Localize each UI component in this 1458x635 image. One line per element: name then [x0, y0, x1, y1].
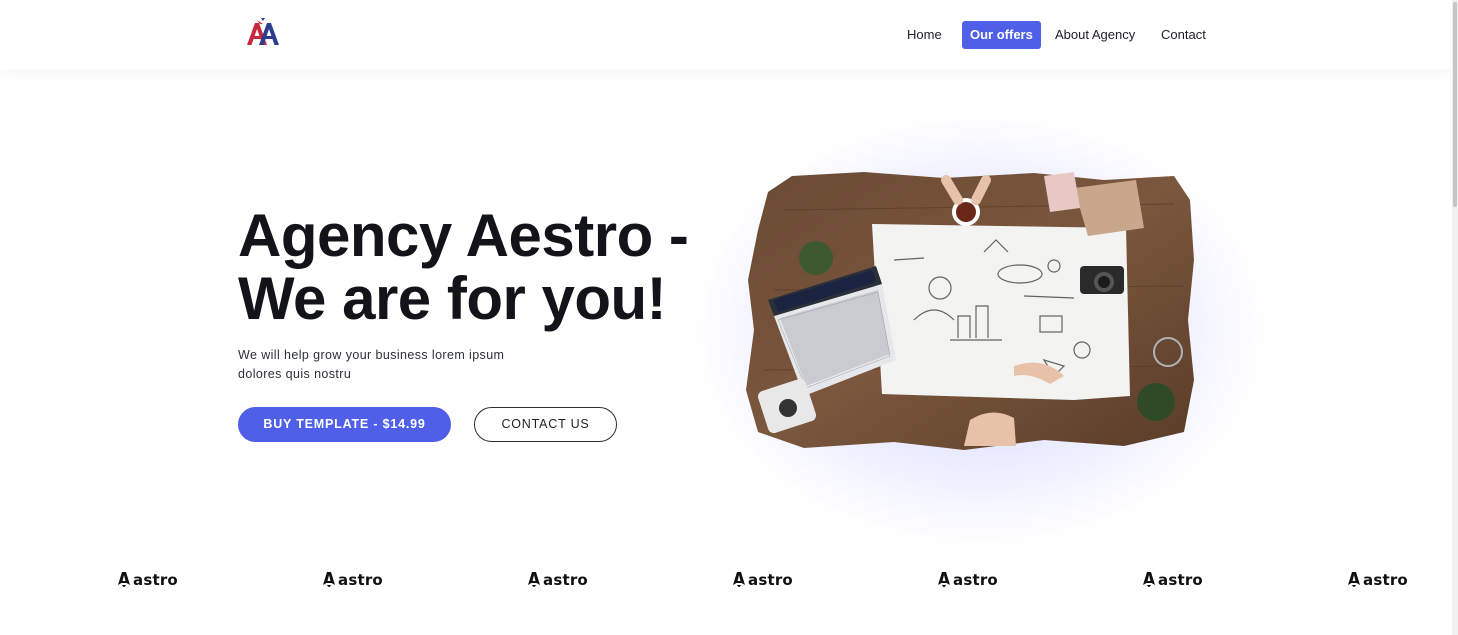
partner-logo-text: astro — [1363, 571, 1408, 589]
partner-logo-text: astro — [1158, 571, 1203, 589]
astro-rocket-icon — [323, 571, 335, 587]
partner-logo-text: astro — [543, 571, 588, 589]
astro-rocket-icon — [733, 571, 745, 587]
partner-logo: astro — [1143, 570, 1203, 590]
contact-us-button[interactable]: CONTACT US — [474, 407, 617, 442]
hero-title-line-2: We are for you! — [238, 265, 667, 332]
site-header: Home Our offers About Agency Contact — [0, 0, 1452, 70]
hero-subtitle-line-1: We will help grow your business lorem ip… — [238, 348, 505, 362]
partner-logo-text: astro — [338, 571, 383, 589]
hero-title-line-1: Agency Aestro - — [238, 202, 689, 269]
partner-logos: astro astro astro astro astro astro astr… — [0, 570, 1452, 592]
astro-rocket-icon — [1143, 571, 1155, 587]
hero-desk-image — [746, 172, 1194, 450]
astro-rocket-icon — [1348, 571, 1360, 587]
scrollbar-thumb[interactable] — [1453, 2, 1457, 207]
hero-title: Agency Aestro - We are for you! — [238, 204, 708, 330]
astro-rocket-icon — [528, 571, 540, 587]
partner-logo: astro — [323, 570, 383, 590]
buy-template-button[interactable]: BUY TEMPLATE - $14.99 — [238, 407, 451, 442]
partner-logo: astro — [528, 570, 588, 590]
partner-logo: astro — [1348, 570, 1408, 590]
partner-logo-text: astro — [748, 571, 793, 589]
nav-about-agency[interactable]: About Agency — [1047, 21, 1143, 49]
partner-logo: astro — [733, 570, 793, 590]
nav-home[interactable]: Home — [899, 21, 950, 49]
nav-our-offers[interactable]: Our offers — [962, 21, 1041, 49]
astro-rocket-icon — [938, 571, 950, 587]
hero-subtitle-line-2: dolores quis nostru — [238, 367, 352, 381]
hero-subtitle: We will help grow your business lorem ip… — [238, 346, 538, 384]
partner-logo-text: astro — [953, 571, 998, 589]
nav-contact[interactable]: Contact — [1153, 21, 1214, 49]
astro-rocket-icon — [118, 571, 130, 587]
main-nav: Home Our offers About Agency Contact — [0, 21, 1452, 49]
partner-logo: astro — [938, 570, 998, 590]
page-scrollbar[interactable] — [1452, 0, 1458, 635]
partner-logo-text: astro — [133, 571, 178, 589]
partner-logo: astro — [118, 570, 178, 590]
